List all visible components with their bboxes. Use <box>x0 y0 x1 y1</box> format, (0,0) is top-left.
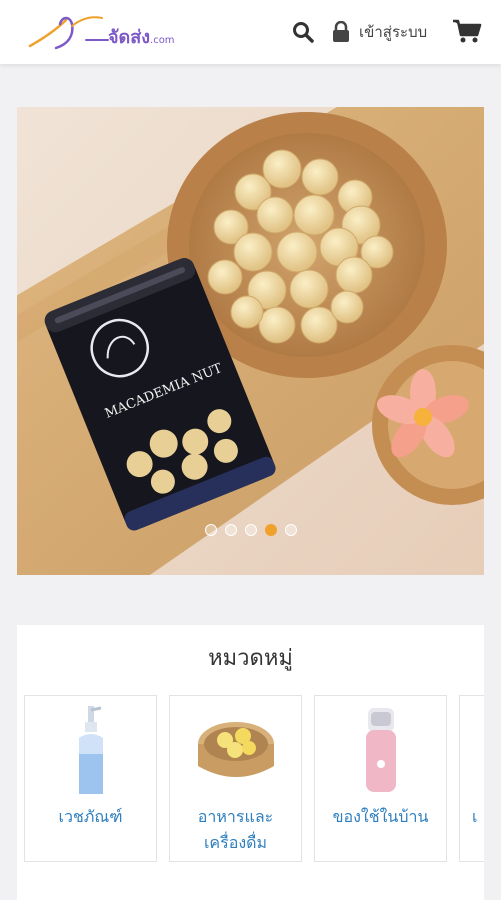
banner-image: MACADEMIA NUT <box>17 107 484 575</box>
logo-text: จัดส่ง.com <box>108 27 175 48</box>
categories-title: หมวดหมู่ <box>208 646 293 671</box>
login-link[interactable]: เข้าสู่ระบบ <box>359 20 427 44</box>
logo-swoosh-icon <box>28 16 109 50</box>
lock-icon <box>333 21 349 42</box>
category-image <box>170 704 301 799</box>
categories-section: หมวดหมู่ เวชภัณฑ์ อาหารและ เครื่องดื่ม ข… <box>17 625 484 900</box>
category-image <box>315 704 446 799</box>
carousel-dot-3[interactable] <box>244 524 257 536</box>
carousel-dot-1[interactable] <box>204 524 217 536</box>
carousel-dot-5[interactable] <box>284 524 297 536</box>
category-card-household[interactable]: ของใช้ในบ้าน <box>314 695 447 862</box>
category-label: ของใช้ในบ้าน <box>332 807 429 826</box>
carousel-dot-2[interactable] <box>224 524 237 536</box>
category-label: อาหารและเครื่องดื่ม <box>170 804 301 856</box>
carousel-indicators <box>17 524 484 540</box>
cart-icon[interactable] <box>452 18 482 44</box>
category-card-food[interactable]: อาหารและเครื่องดื่ม <box>169 695 302 862</box>
category-label: เ <box>472 807 478 826</box>
category-card-medical[interactable]: เวชภัณฑ์ <box>24 695 157 862</box>
category-label-line2: เครื่องดื่ม <box>203 833 268 852</box>
category-label-line1: อาหารและ <box>197 807 274 826</box>
carousel-dot-4[interactable] <box>264 524 277 536</box>
category-card-partial[interactable]: เ <box>459 695 484 862</box>
banner-carousel[interactable]: MACADEMIA NUT <box>17 107 484 575</box>
site-logo[interactable]: จัดส่ง.com <box>26 8 206 54</box>
facial-sprayer-icon <box>365 708 396 792</box>
dim-sum-basket-icon <box>197 722 274 777</box>
bottle-icon <box>78 706 103 794</box>
app-header: จัดส่ง.com เข้าสู่ระบบ <box>0 0 501 64</box>
logo-suffix: .com <box>150 35 175 46</box>
search-icon[interactable] <box>292 21 314 43</box>
category-image <box>25 704 156 799</box>
category-label: เวชภัณฑ์ <box>58 807 123 826</box>
